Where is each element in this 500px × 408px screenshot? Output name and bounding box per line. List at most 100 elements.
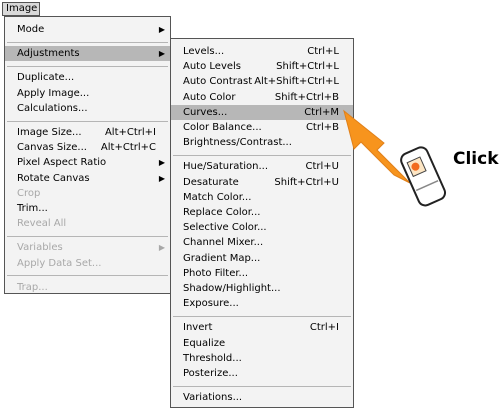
image-menu-item: Variables ▶	[5, 240, 170, 255]
image-menu-item[interactable]: Canvas Size... Alt+Ctrl+C	[5, 140, 170, 155]
menu-item-label: Auto Contrast	[183, 76, 253, 88]
menu-item-label: Threshold...	[183, 352, 242, 364]
menu-item-label: Match Color...	[183, 191, 252, 203]
menu-item-label: Image Size...	[17, 127, 82, 138]
adjustments-item[interactable]: Photo Filter...	[171, 266, 353, 281]
menu-item-label: Replace Color...	[183, 207, 261, 218]
adjustments-item[interactable]: Exposure...	[171, 296, 353, 311]
click-label: Click	[453, 149, 499, 169]
adjustments-item[interactable]: Desaturate Shift+Ctrl+U	[171, 175, 353, 190]
menu-item-shortcut: Shift+Ctrl+B	[274, 91, 339, 103]
submenu-arrow-icon: ▶	[158, 49, 165, 59]
menu-item-shortcut: Ctrl+M	[304, 106, 339, 118]
menu-item-shortcut: Shift+Ctrl+L	[276, 61, 339, 73]
menu-item-label: Brightness/Contrast...	[183, 137, 292, 149]
menu-item-label: Posterize...	[183, 368, 238, 379]
image-menu-item[interactable]: Mode ▶	[5, 22, 170, 37]
adjustments-submenu: Levels... Ctrl+L Auto Levels Shift+Ctrl+L Au…	[170, 38, 354, 408]
adjustments-item[interactable]: Hue/Saturation... Ctrl+U	[171, 159, 353, 174]
menu-item-label: Shadow/Highlight...	[183, 283, 281, 294]
menu-item-label: Mode	[17, 24, 45, 35]
image-menu-item: Crop	[5, 186, 170, 201]
menu-item-shortcut: Ctrl+L	[307, 46, 339, 57]
menu-item-label: Desaturate	[183, 176, 239, 188]
menu-item-shortcut: Alt+Ctrl+C	[100, 142, 156, 154]
menu-item-label: Channel Mixer...	[183, 237, 264, 249]
menu-item-label: Trap...	[17, 281, 48, 293]
menu-item-label: Duplicate...	[17, 72, 75, 84]
adjustments-item[interactable]: Replace Color...	[171, 205, 353, 220]
menu-item-label: Levels...	[183, 46, 225, 57]
image-menu-item[interactable]: Apply Image...	[5, 86, 170, 101]
image-menu-item[interactable]: Adjustments ▶	[5, 46, 170, 62]
menu-separator	[173, 154, 351, 156]
submenu-arrow-icon: ▶	[158, 158, 165, 168]
adjustments-item[interactable]: Match Color...	[171, 190, 353, 205]
menu-item-label: Equalize	[183, 337, 226, 349]
menu-separator	[7, 235, 168, 237]
image-menu: Mode ▶ Adjustments ▶ Duplicate... Apply Image…	[4, 16, 171, 294]
adjustments-item[interactable]: Auto Color Shift+Ctrl+B	[171, 90, 353, 105]
menu-item-label: Reveal All	[17, 218, 67, 230]
image-menu-item[interactable]: Trim...	[5, 201, 170, 216]
adjustments-item[interactable]: Auto Contrast Alt+Shift+Ctrl+L	[171, 74, 353, 89]
menu-item-label: Photo Filter...	[183, 267, 249, 279]
menu-separator	[7, 120, 168, 122]
menu-item-label: Adjustments	[17, 48, 80, 60]
menu-item-label: Invert	[183, 322, 213, 334]
menu-item-shortcut: Ctrl+I	[309, 322, 339, 334]
menu-separator	[7, 275, 168, 277]
menu-item-label: Trim...	[17, 203, 48, 214]
adjustments-item[interactable]: Channel Mixer...	[171, 235, 353, 250]
image-menu-item: Trap...	[5, 280, 170, 295]
submenu-arrow-icon: ▶	[158, 243, 165, 253]
adjustments-item[interactable]: Auto Levels Shift+Ctrl+L	[171, 59, 353, 74]
adjustments-item[interactable]: Selective Color...	[171, 220, 353, 235]
menu-item-label: Gradient Map...	[183, 252, 261, 264]
image-menu-item: Apply Data Set...	[5, 256, 170, 271]
image-menu-item[interactable]: Calculations...	[5, 101, 170, 116]
menu-item-label: Selective Color...	[183, 222, 267, 234]
adjustments-item[interactable]: Brightness/Contrast...	[171, 135, 353, 150]
image-menu-item[interactable]: Pixel Aspect Ratio ▶	[5, 155, 170, 170]
menu-item-label: Color Balance...	[183, 122, 262, 133]
menu-item-label: Rotate Canvas	[17, 172, 90, 184]
adjustments-item[interactable]: Color Balance... Ctrl+B	[171, 120, 353, 135]
menu-item-label: Curves...	[183, 106, 228, 118]
menu-separator	[173, 385, 351, 387]
adjustments-item[interactable]: Invert Ctrl+I	[171, 320, 353, 335]
menu-item-shortcut: Alt+Ctrl+I	[104, 127, 156, 138]
menu-item-label: Variables	[17, 242, 63, 254]
adjustments-item[interactable]: Variations...	[171, 390, 353, 405]
mouse-click-icon	[400, 146, 447, 207]
image-menu-title[interactable]: Image	[2, 2, 40, 16]
menu-separator	[173, 315, 351, 317]
menu-item-label: Apply Image...	[17, 87, 90, 99]
menu-item-label: Auto Levels	[183, 61, 242, 73]
menu-item-label: Canvas Size...	[17, 142, 87, 154]
adjustments-item[interactable]: Gradient Map...	[171, 251, 353, 266]
menu-item-shortcut: Ctrl+U	[305, 161, 340, 173]
image-menu-item: Reveal All	[5, 216, 170, 231]
menu-item-label: Apply Data Set...	[17, 257, 102, 269]
menu-item-label: Variations...	[183, 392, 243, 404]
image-menu-item[interactable]: Rotate Canvas ▶	[5, 171, 170, 186]
submenu-arrow-icon: ▶	[158, 25, 165, 34]
menu-separator	[7, 65, 168, 67]
submenu-arrow-icon: ▶	[158, 173, 165, 183]
menu-item-label: Exposure...	[183, 298, 239, 310]
menu-item-label: Auto Color	[183, 91, 236, 103]
adjustments-item[interactable]: Equalize	[171, 336, 353, 351]
adjustments-item[interactable]: Curves... Ctrl+M	[171, 104, 353, 120]
adjustments-item[interactable]: Levels... Ctrl+L	[171, 44, 353, 59]
image-menu-item[interactable]: Image Size... Alt+Ctrl+I	[5, 125, 170, 140]
menu-item-label: Calculations...	[17, 102, 88, 114]
menu-separator	[7, 41, 168, 43]
adjustments-item[interactable]: Shadow/Highlight...	[171, 281, 353, 296]
adjustments-item[interactable]: Threshold...	[171, 351, 353, 366]
menu-item-shortcut: Shift+Ctrl+U	[274, 176, 339, 188]
adjustments-item[interactable]: Posterize...	[171, 366, 353, 381]
image-menu-item[interactable]: Duplicate...	[5, 70, 170, 85]
menu-item-label: Hue/Saturation...	[183, 161, 269, 173]
menu-item-shortcut: Ctrl+B	[305, 122, 339, 133]
